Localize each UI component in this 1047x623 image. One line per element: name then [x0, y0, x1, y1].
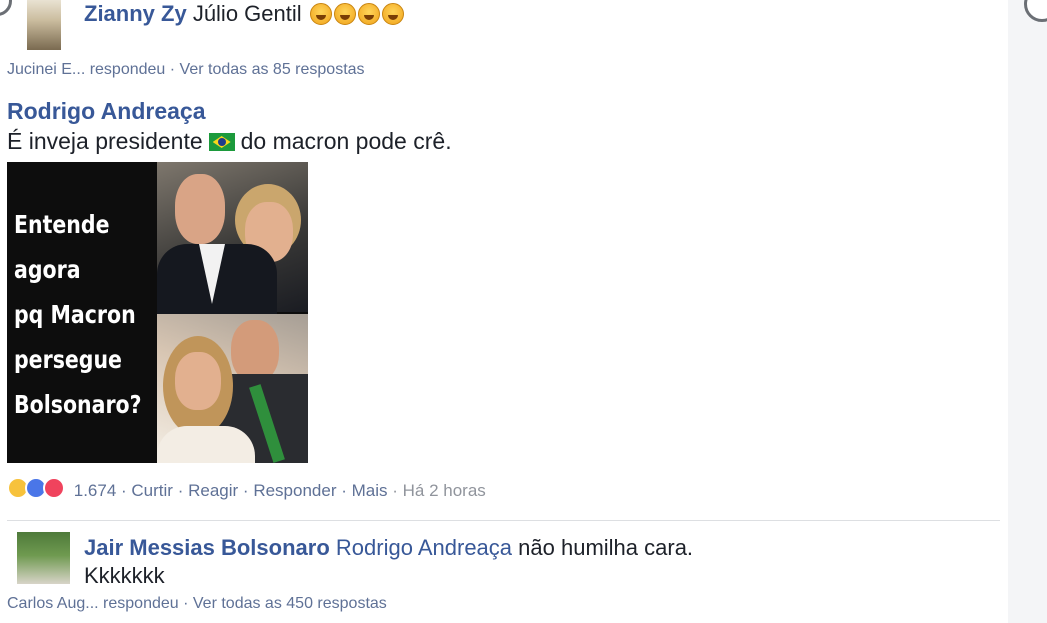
attached-meme-image[interactable]: Entende agora pq Macron persegue Bolsona… [7, 162, 308, 463]
comment-text-part: do macron pode crê. [240, 128, 452, 154]
view-replies-link[interactable]: Jucinei E... respondeu · Ver todas as 85… [7, 61, 365, 79]
tagged-user-link[interactable]: Rodrigo Andreaça [336, 535, 512, 560]
laughing-emoji-icon [333, 3, 356, 25]
view-replies-link[interactable]: Carlos Aug... respondeu · Ver todas as 4… [7, 595, 387, 613]
tagged-user-link[interactable]: Júlio Gentil [193, 1, 302, 26]
reaction-count[interactable]: 1.674 [74, 481, 117, 500]
love-reaction-icon [43, 477, 65, 499]
meme-caption-line: agora [14, 255, 81, 284]
right-scroll-area [1008, 0, 1047, 623]
reply-text: Jair Messias Bolsonaro Rodrigo Andreaça … [84, 535, 693, 561]
comment-text: É inveja presidente do macron pode crê. [7, 128, 452, 155]
comment-footer: 1.674 · Curtir · Reagir · Responder · Ma… [7, 477, 486, 501]
meme-caption-line: pq Macron [14, 300, 136, 329]
comment-text: Zianny Zy Júlio Gentil [84, 1, 404, 27]
meme-caption-line: Bolsonaro? [14, 390, 142, 419]
reply-text-line: Kkkkkkk [84, 563, 165, 588]
photo-figure [175, 174, 225, 244]
meme-photo-bottom [157, 314, 308, 463]
react-link[interactable]: Reagir [188, 481, 238, 500]
photo-figure [231, 320, 279, 382]
avatar[interactable] [17, 532, 70, 584]
comment-author-link[interactable]: Zianny Zy [84, 1, 187, 26]
reply-text-part: não humilha cara. [518, 535, 694, 560]
avatar[interactable] [27, 0, 61, 50]
photo-figure [175, 352, 221, 410]
meme-photo-top [157, 162, 308, 314]
partial-avatar-edge [0, 0, 12, 16]
reply-link[interactable]: Responder [253, 481, 336, 500]
laughing-emoji-icon [357, 3, 380, 25]
comment-author-link[interactable]: Rodrigo Andreaça [7, 98, 206, 125]
divider [7, 520, 1000, 521]
timestamp[interactable]: Há 2 horas [403, 481, 486, 500]
reply-author-link[interactable]: Jair Messias Bolsonaro [84, 535, 330, 560]
comment-text-part: É inveja presidente [7, 128, 203, 154]
meme-caption: Entende agora pq Macron persegue Bolsona… [14, 202, 142, 427]
brazil-flag-icon [208, 133, 235, 151]
laughing-emoji-icon [381, 3, 404, 25]
laughing-emoji-icon [309, 3, 332, 25]
like-link[interactable]: Curtir [131, 481, 173, 500]
more-link[interactable]: Mais [352, 481, 388, 500]
meme-caption-line: Entende [14, 210, 110, 239]
meme-caption-line: persegue [14, 345, 122, 374]
photo-figure [157, 426, 255, 463]
